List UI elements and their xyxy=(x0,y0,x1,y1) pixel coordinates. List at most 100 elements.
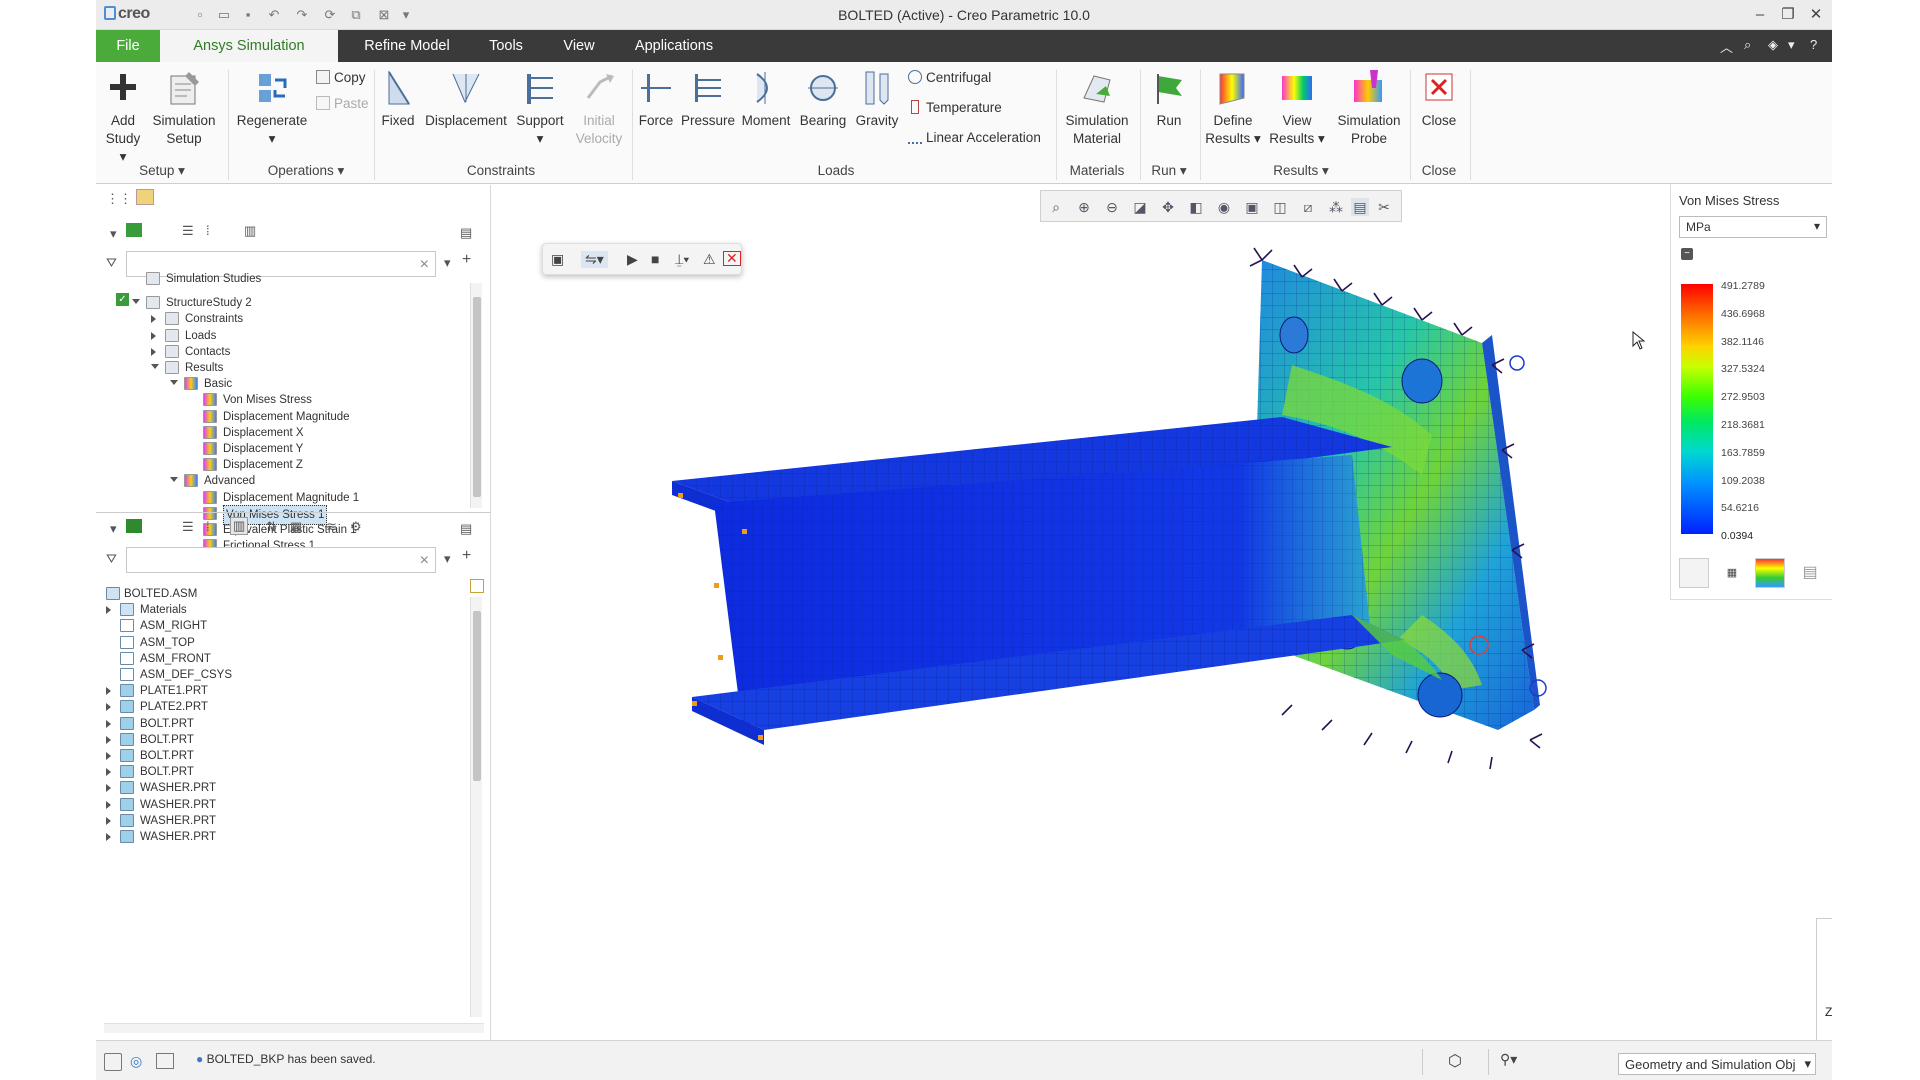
unit-select[interactable]: MPa ▾ xyxy=(1679,216,1827,238)
filter-icon[interactable]: ⛛ xyxy=(106,551,117,567)
collapsed-arrow-icon[interactable] xyxy=(106,687,111,696)
collapse-icon[interactable]: ▾ xyxy=(110,521,117,537)
simulation-material-button[interactable]: Simulation Material xyxy=(1060,68,1134,148)
group-run[interactable]: Run ▾ xyxy=(1144,163,1194,179)
color-map-icon[interactable] xyxy=(1755,558,1785,588)
tab-refine-model[interactable]: Refine Model xyxy=(352,30,462,62)
panel-options-icon[interactable]: ▤ xyxy=(460,521,472,537)
legend-style-icon[interactable] xyxy=(1679,558,1709,588)
simulation-setup-button[interactable]: Simulation Setup xyxy=(148,68,220,148)
show-list-icon[interactable]: ☰ xyxy=(182,519,194,535)
legend-report-icon[interactable]: ▤ xyxy=(1795,558,1825,588)
centrifugal-button[interactable]: Centrifugal xyxy=(908,68,991,88)
horizontal-scrollbar[interactable] xyxy=(104,1023,484,1033)
bearing-button[interactable]: Bearing xyxy=(796,68,850,130)
group-setup[interactable]: Setup ▾ xyxy=(122,163,202,179)
add-study-button[interactable]: Add Study ▾ xyxy=(102,68,144,166)
add-filter-icon[interactable]: + xyxy=(462,547,471,565)
scroll-thumb[interactable] xyxy=(473,611,481,781)
columns-icon[interactable]: ▥ xyxy=(230,517,249,535)
settings-icon[interactable]: ⚙ xyxy=(350,519,362,535)
table-icon[interactable]: ▦ xyxy=(290,519,302,535)
window-close-icon[interactable]: ✕ xyxy=(1806,5,1826,25)
sort-icon[interactable]: ⇅ xyxy=(266,519,277,535)
search-icon[interactable]: ⌕ xyxy=(1744,37,1751,53)
scroll-thumb[interactable] xyxy=(473,297,481,497)
temperature-button[interactable]: Temperature xyxy=(908,98,1002,118)
smart-selection-icon[interactable]: ⬡ xyxy=(1448,1051,1462,1071)
show-list-icon[interactable]: ☰ xyxy=(182,223,194,239)
layers-icon[interactable]: ◈ xyxy=(1768,37,1778,53)
filter-icon[interactable]: ⛛ xyxy=(106,255,117,271)
tree-tab-icon[interactable]: ⋮⋮ xyxy=(106,191,132,207)
moment-button[interactable]: Moment xyxy=(738,68,794,130)
expanded-arrow-icon[interactable] xyxy=(132,299,140,305)
sim-tree-scrollbar[interactable] xyxy=(470,283,482,508)
tree-view-icon[interactable]: ⁞ xyxy=(206,223,210,238)
minimize-icon[interactable]: – xyxy=(1750,5,1770,25)
tree-view-icon[interactable]: ⁞ xyxy=(206,519,210,534)
close-button[interactable]: Close xyxy=(1414,68,1464,130)
regenerate-dropdown-icon[interactable]: ▾ xyxy=(234,130,310,148)
pressure-button[interactable]: Pressure xyxy=(680,68,736,130)
collapsed-arrow-icon[interactable] xyxy=(106,816,111,825)
collapsed-arrow-icon[interactable] xyxy=(106,752,111,760)
filter-dropdown-icon[interactable]: ▾ xyxy=(444,255,451,271)
copy-button[interactable]: Copy xyxy=(316,68,366,88)
collapse-icon[interactable]: ▾ xyxy=(110,226,117,242)
force-button[interactable]: Force xyxy=(636,68,676,130)
tab-file[interactable]: File xyxy=(96,30,160,62)
group-operations[interactable]: Operations ▾ xyxy=(256,163,356,179)
simulation-probe-button[interactable]: Simulation Probe xyxy=(1334,68,1404,148)
collapse-ribbon-icon[interactable]: ︿ xyxy=(1720,37,1733,56)
support-dropdown-icon[interactable]: ▾ xyxy=(512,130,568,148)
add-filter-icon[interactable]: + xyxy=(462,251,471,269)
expanded-arrow-icon[interactable] xyxy=(151,364,159,369)
expanded-arrow-icon[interactable] xyxy=(170,380,178,386)
collapsed-arrow-icon[interactable] xyxy=(106,768,111,777)
gravity-button[interactable]: Gravity xyxy=(852,68,902,130)
collapsed-arrow-icon[interactable] xyxy=(106,833,111,841)
paste-button[interactable]: Paste xyxy=(316,94,369,114)
fullscreen-icon[interactable] xyxy=(156,1053,174,1069)
tab-view[interactable]: View xyxy=(556,30,602,62)
model-tree-scrollbar[interactable] xyxy=(470,597,482,1017)
collapsed-arrow-icon[interactable] xyxy=(106,735,111,744)
support-button[interactable]: Support ▾ xyxy=(512,68,568,148)
graphics-area[interactable]: ⌕ ⊕ ⊖ ◪ ✥ ◧ ◉ ▣ ◫ ⧄ ⁂ ▤ ✂ ▣ ⇋▾ ▶ ■ ⍊▾ ⚠ … xyxy=(492,185,1832,1040)
model-tree-filter-input[interactable]: × xyxy=(126,547,436,573)
define-results-button[interactable]: Define Results ▾ xyxy=(1202,68,1264,148)
legend-range-icon[interactable]: ▦ xyxy=(1717,558,1747,588)
navigator-toggle-icon[interactable] xyxy=(104,1053,122,1071)
filter-dropdown-icon[interactable]: ▾ xyxy=(444,551,451,567)
displacement-button[interactable]: Displacement xyxy=(422,68,510,130)
collapsed-arrow-icon[interactable] xyxy=(151,331,156,340)
collapsed-arrow-icon[interactable] xyxy=(106,784,111,793)
layers-icon[interactable]: ≋ xyxy=(326,519,337,535)
tab-tools[interactable]: Tools xyxy=(478,30,534,62)
fixed-button[interactable]: Fixed xyxy=(378,68,418,130)
selection-filter-select[interactable]: Geometry and Simulation Obj ▾ xyxy=(1618,1053,1816,1075)
collapsed-arrow-icon[interactable] xyxy=(151,315,156,324)
collapsed-arrow-icon[interactable] xyxy=(106,606,111,615)
collapse-legend-icon[interactable]: − xyxy=(1681,248,1693,260)
restore-icon[interactable]: ❐ xyxy=(1778,5,1798,25)
panel-options-icon[interactable]: ▤ xyxy=(460,225,472,241)
collapsed-arrow-icon[interactable] xyxy=(151,347,156,356)
regenerate-button[interactable]: Regenerate ▾ xyxy=(234,68,310,148)
initial-velocity-button[interactable]: Initial Velocity xyxy=(572,68,626,148)
tab-ansys-simulation[interactable]: Ansys Simulation xyxy=(160,30,338,62)
folder-tab-icon[interactable] xyxy=(136,189,154,205)
help-icon[interactable]: ? xyxy=(1810,37,1817,52)
highlight-icon[interactable] xyxy=(470,579,484,593)
view-results-button[interactable]: View Results ▾ xyxy=(1266,68,1328,148)
fea-model-render[interactable] xyxy=(492,185,1832,965)
study-active-checkbox[interactable]: ✓ xyxy=(116,293,129,306)
tab-applications[interactable]: Applications xyxy=(624,30,724,62)
collapsed-arrow-icon[interactable] xyxy=(106,800,111,809)
clear-filter-icon[interactable]: × xyxy=(420,256,429,274)
collapsed-arrow-icon[interactable] xyxy=(106,719,111,728)
group-results[interactable]: Results ▾ xyxy=(1236,163,1366,179)
linear-acceleration-button[interactable]: Linear Acceleration xyxy=(908,128,1041,148)
run-button[interactable]: Run xyxy=(1144,68,1194,130)
